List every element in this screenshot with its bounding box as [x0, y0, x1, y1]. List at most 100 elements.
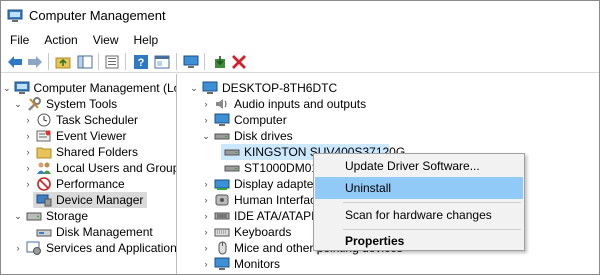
tree-item-disk-management[interactable]: Disk Management: [33, 224, 153, 240]
tree-item-label: Computer Management (Local: [33, 81, 176, 95]
computer-management-icon: [14, 81, 30, 94]
tree-item-performance[interactable]: › Performance: [23, 176, 125, 192]
menu-action[interactable]: Action: [44, 33, 77, 47]
mouse-icon: [218, 241, 227, 255]
device-root[interactable]: ⌄ DESKTOP-8TH6DTC: [189, 80, 337, 96]
show-tree-icon[interactable]: [76, 53, 94, 70]
up-folder-icon[interactable]: [54, 53, 72, 70]
toolbar-separator: [125, 53, 126, 70]
tree-item-label: System Tools: [46, 97, 118, 111]
chevron-right-icon[interactable]: ›: [23, 160, 33, 176]
chevron-down-icon[interactable]: ⌄: [189, 80, 199, 96]
monitor-icon: [214, 257, 230, 270]
hid-icon: [215, 194, 229, 206]
chevron-right-icon[interactable]: ›: [23, 128, 33, 144]
device-category-keyboards[interactable]: › Keyboards: [201, 224, 292, 240]
chevron-down-icon[interactable]: ⌄: [13, 208, 23, 224]
device-category-ide[interactable]: › IDE ATA/ATAPI c: [201, 208, 324, 224]
chevron-down-icon[interactable]: ⌄: [3, 80, 11, 96]
console-tree-pane[interactable]: ⌄ Computer Management (Local ⌄ System To…: [1, 74, 177, 274]
toolbar: ?: [1, 50, 599, 73]
device-st1000-disk[interactable]: ST1000DM01: [221, 160, 318, 176]
disk-icon: [214, 133, 230, 140]
keyboard-icon: [214, 228, 230, 237]
properties-icon[interactable]: [103, 53, 121, 70]
forward-arrow-icon[interactable]: [26, 53, 44, 70]
menu-item-update-driver[interactable]: Update Driver Software...: [315, 155, 523, 177]
device-category-display-adapters[interactable]: › Display adapters: [201, 176, 324, 192]
tree-item-event-viewer[interactable]: › Event Viewer: [23, 128, 127, 144]
tree-item-system-tools[interactable]: ⌄ System Tools: [13, 96, 117, 112]
tree-item-task-scheduler[interactable]: › Task Scheduler: [23, 112, 139, 128]
tree-item-computer-management[interactable]: ⌄ Computer Management (Local: [3, 80, 176, 96]
device-manager-icon: [36, 194, 52, 207]
tree-item-storage[interactable]: ⌄ Storage: [13, 208, 88, 224]
tree-item-local-users-groups[interactable]: › Local Users and Groups: [23, 160, 177, 176]
chevron-right-icon[interactable]: ›: [23, 176, 33, 192]
menu-item-scan-hardware[interactable]: Scan for hardware changes: [315, 204, 523, 226]
computer-management-window: Computer Management File Action View Hel…: [0, 0, 600, 275]
tree-item-label: Event Viewer: [56, 129, 127, 143]
chevron-right-icon[interactable]: ›: [201, 224, 211, 240]
tree-item-shared-folders[interactable]: › Shared Folders: [23, 144, 139, 160]
storage-icon: [26, 212, 42, 221]
svg-text:?: ?: [138, 57, 145, 69]
chevron-right-icon[interactable]: ›: [201, 96, 211, 112]
chevron-right-icon[interactable]: ›: [201, 112, 211, 128]
chevron-right-icon[interactable]: ›: [201, 256, 211, 272]
tree-item-label: Shared Folders: [56, 145, 139, 159]
chevron-down-icon[interactable]: ⌄: [13, 96, 23, 112]
help-icon[interactable]: ?: [132, 53, 150, 70]
services-icon: [26, 241, 41, 255]
menu-item-uninstall[interactable]: Uninstall: [315, 177, 523, 199]
computer-management-icon: [7, 9, 23, 22]
tree-item-label: Services and Applications: [46, 241, 177, 255]
device-category-monitors[interactable]: › Monitors: [201, 256, 281, 272]
event-viewer-icon: [36, 130, 51, 142]
chevron-down-icon[interactable]: ⌄: [201, 128, 211, 144]
tree-item-label: Disk Management: [56, 225, 153, 239]
tree-item-label: Keyboards: [234, 225, 292, 239]
system-tools-icon: [28, 97, 41, 111]
ide-icon: [214, 212, 230, 220]
chevron-right-icon[interactable]: ›: [201, 240, 211, 256]
chevron-right-icon[interactable]: ›: [201, 208, 211, 224]
menu-help[interactable]: Help: [134, 33, 159, 47]
tree-item-services-applications[interactable]: › Services and Applications: [13, 240, 177, 256]
tree-item-label: Audio inputs and outputs: [234, 97, 367, 111]
console-icon[interactable]: [153, 53, 171, 70]
menu-item-properties[interactable]: Properties: [315, 230, 523, 252]
back-arrow-icon[interactable]: [6, 53, 24, 70]
menu-item-label: Update Driver Software...: [345, 159, 480, 173]
chevron-right-icon[interactable]: ›: [23, 112, 33, 128]
speaker-icon: [216, 99, 227, 109]
device-category-disk-drives[interactable]: ⌄ Disk drives: [201, 128, 293, 144]
menu-view[interactable]: View: [93, 33, 119, 47]
menu-separator: [343, 202, 521, 203]
context-menu: Update Driver Software... Uninstall Scan…: [313, 153, 525, 251]
chevron-right-icon[interactable]: ›: [201, 192, 211, 208]
menu-file[interactable]: File: [10, 33, 29, 47]
device-category-audio[interactable]: › Audio inputs and outputs: [201, 96, 367, 112]
device-category-computer[interactable]: › Computer: [201, 112, 287, 128]
chevron-right-icon[interactable]: ›: [201, 176, 211, 192]
toolbar-separator: [98, 53, 99, 70]
clock-icon: [37, 113, 51, 127]
tree-item-label: Disk drives: [234, 129, 293, 143]
menu-bar: File Action View Help: [1, 31, 599, 49]
toolbar-separator: [204, 53, 205, 70]
disk-management-icon: [36, 229, 52, 237]
device-category-hid[interactable]: › Human Interfac: [201, 192, 317, 208]
disk-icon: [224, 149, 240, 156]
uninstall-x-icon[interactable]: [230, 53, 248, 70]
tree-item-label: Task Scheduler: [56, 113, 139, 127]
chevron-right-icon[interactable]: ›: [13, 240, 23, 256]
update-driver-icon[interactable]: [211, 53, 229, 70]
tree-item-label: DESKTOP-8TH6DTC: [222, 81, 338, 95]
tree-item-device-manager[interactable]: Device Manager: [33, 192, 148, 208]
monitor-icon[interactable]: [182, 53, 200, 70]
chevron-right-icon[interactable]: ›: [23, 144, 33, 160]
toolbar-separator: [48, 53, 49, 70]
users-icon: [37, 162, 51, 174]
title-bar: Computer Management: [1, 1, 599, 31]
